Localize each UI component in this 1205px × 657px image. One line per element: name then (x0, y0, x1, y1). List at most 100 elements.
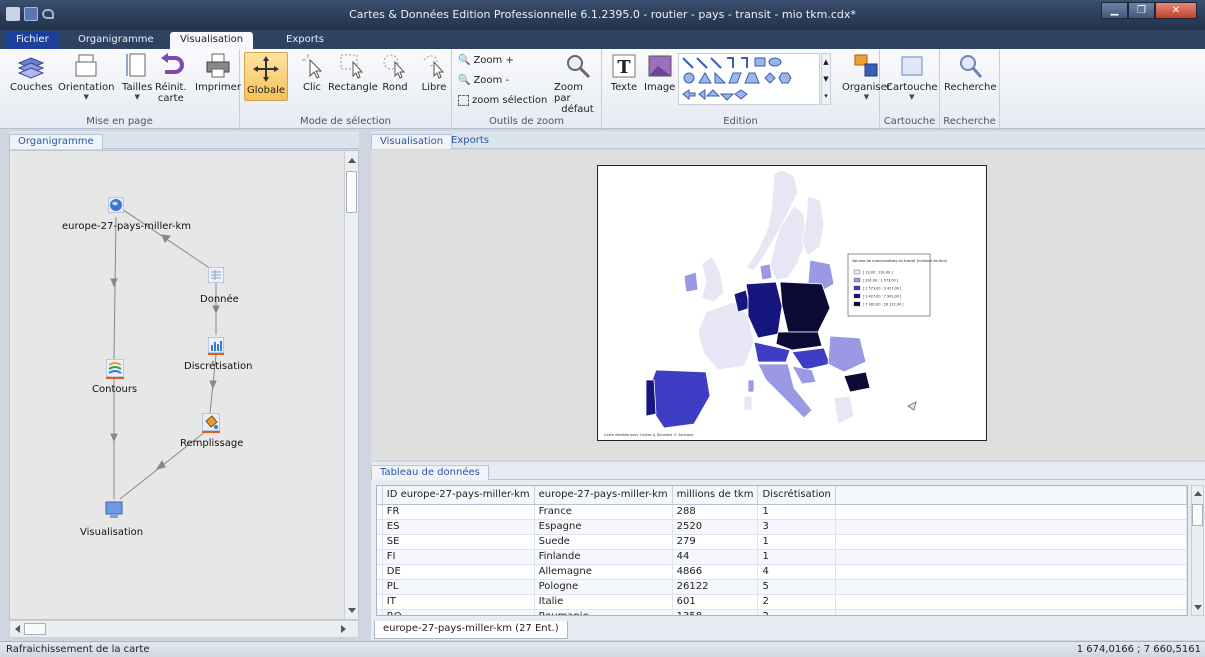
node-discretisation[interactable] (208, 337, 224, 355)
legend-label: ] 1 573,00 ; 3 427,00 ] (863, 287, 902, 291)
table-cell[interactable]: FI (382, 549, 535, 565)
tab-organigramme-pane[interactable]: Organigramme (9, 134, 103, 149)
reinit-carte-button[interactable]: Réinit. carte (155, 52, 187, 104)
globale-button[interactable]: Globale (244, 52, 289, 101)
zoom-plus-button[interactable]: 🔍 Zoom + (458, 55, 514, 66)
table-row[interactable]: FI Finlande 44 1 (377, 549, 1187, 565)
table-cell[interactable]: 4866 (672, 564, 759, 580)
table-cell[interactable]: 1 (757, 549, 836, 565)
table-cell[interactable]: 1 (757, 504, 836, 520)
shapes-gallery[interactable] (678, 53, 820, 105)
table-cell[interactable]: 279 (672, 534, 759, 550)
table-cell[interactable]: Pologne (534, 579, 673, 595)
orientation-button[interactable]: Orientation ▼ (58, 52, 114, 101)
scroll-up-icon[interactable] (348, 158, 356, 163)
table-cell[interactable]: 5 (757, 579, 836, 595)
tab-fichier[interactable]: Fichier (6, 32, 59, 49)
left-pane-vscroll[interactable] (344, 151, 358, 619)
imprimer-button[interactable]: Imprimer (195, 52, 241, 93)
table-cell[interactable]: Finlande (534, 549, 673, 565)
table-cell[interactable]: PL (382, 579, 535, 595)
table-cell[interactable]: RO (382, 609, 535, 615)
table-cell[interactable]: 288 (672, 504, 759, 520)
table-cell[interactable]: 4 (757, 564, 836, 580)
zoom-defaut-button[interactable]: Zoom par défaut (554, 52, 601, 115)
column-header[interactable]: Discrétisation (757, 486, 836, 505)
table-cell[interactable]: 2 (757, 594, 836, 610)
map-region-hungary (791, 347, 831, 371)
table-cell[interactable]: FR (382, 504, 535, 520)
column-header[interactable]: millions de tkm (672, 486, 759, 505)
table-row[interactable]: SE Suede 279 1 (377, 534, 1187, 550)
tailles-button[interactable]: Tailles ▼ (122, 52, 152, 101)
table-cell[interactable]: SE (382, 534, 535, 550)
map-frame[interactable]: Volume de marchandises du transit (milli… (597, 165, 987, 441)
table-row[interactable]: ES Espagne 2520 3 (377, 519, 1187, 535)
tab-exports-main[interactable]: Exports (451, 135, 489, 146)
maximize-button[interactable]: ❐ (1128, 2, 1155, 19)
sheet-tab[interactable]: europe-27-pays-miller-km (27 Ent.) (374, 621, 568, 639)
zoom-selection-button[interactable]: zoom sélection (458, 95, 547, 106)
data-grid[interactable]: ID europe-27-pays-miller-km europe-27-pay… (376, 485, 1188, 616)
node-contours[interactable] (106, 359, 124, 379)
table-cell[interactable]: 1 (757, 534, 836, 550)
node-visualisation[interactable] (105, 501, 123, 519)
table-cell[interactable]: DE (382, 564, 535, 580)
clic-button[interactable]: Clic (298, 52, 326, 93)
table-cell[interactable]: 1358 (672, 609, 759, 615)
table-cell[interactable]: 2 (757, 609, 836, 615)
table-row[interactable]: FR France 288 1 (377, 504, 1187, 520)
couches-button[interactable]: Couches (10, 52, 53, 93)
table-cell[interactable]: 601 (672, 594, 759, 610)
rond-button[interactable]: Rond (381, 52, 409, 93)
texte-button[interactable]: T Texte (610, 52, 638, 93)
column-header[interactable]: europe-27-pays-miller-km (534, 486, 673, 505)
table-cell[interactable]: Espagne (534, 519, 673, 535)
table-row[interactable]: IT Italie 601 2 (377, 594, 1187, 610)
table-cell[interactable]: Italie (534, 594, 673, 610)
close-button[interactable]: ✕ (1155, 2, 1197, 19)
scroll-up-icon[interactable] (1194, 491, 1202, 496)
column-header[interactable]: ID europe-27-pays-miller-km (382, 486, 535, 505)
scroll-down-icon[interactable] (1194, 605, 1202, 610)
group-edition: T Texte Image ▲ ▼ ▾ Organiser ▼ Edition (602, 49, 891, 129)
node-donnee[interactable] (208, 267, 224, 283)
scroll-thumb[interactable] (346, 171, 357, 213)
scroll-right-icon[interactable] (341, 625, 346, 633)
table-cell[interactable]: Roumanie (534, 609, 673, 615)
shapes-scroll[interactable]: ▲ ▼ ▾ (821, 53, 831, 105)
tab-tableau-donnees[interactable]: Tableau de données (371, 465, 489, 480)
zoom-moins-button[interactable]: 🔍 Zoom - (458, 75, 509, 86)
table-cell[interactable]: France (534, 504, 673, 520)
grid-scroll-thumb[interactable] (1192, 504, 1203, 526)
minimize-button[interactable]: ▁ (1101, 2, 1128, 19)
table-cell[interactable]: Suede (534, 534, 673, 550)
table-cell[interactable]: Allemagne (534, 564, 673, 580)
hscroll-thumb[interactable] (24, 623, 46, 635)
tab-visualisation[interactable]: Visualisation (170, 32, 254, 49)
table-cell[interactable]: IT (382, 594, 535, 610)
node-source[interactable] (108, 197, 124, 213)
table-cell[interactable]: 44 (672, 549, 759, 565)
table-cell[interactable]: 3 (757, 519, 836, 535)
table-row[interactable]: DE Allemagne 4866 4 (377, 564, 1187, 580)
tab-exports[interactable]: Exports (276, 32, 334, 49)
group-mise-en-page: Couches Orientation ▼ Tailles ▼ Réinit. (0, 49, 241, 129)
grid-vscroll[interactable] (1191, 485, 1204, 616)
cartouche-button[interactable]: Cartouche ▼ (886, 52, 938, 101)
image-button[interactable]: Image (644, 52, 675, 93)
libre-button[interactable]: Libre (420, 52, 448, 93)
table-cell[interactable]: 26122 (672, 579, 759, 595)
scroll-down-icon[interactable] (348, 608, 356, 613)
table-cell[interactable]: 2520 (672, 519, 759, 535)
node-remplissage[interactable] (202, 413, 220, 433)
scroll-left-icon[interactable] (15, 625, 20, 633)
table-row[interactable]: PL Pologne 26122 5 (377, 579, 1187, 595)
table-row[interactable]: RORoumanie13582 (377, 609, 1187, 615)
tab-visualisation-main[interactable]: Visualisation (371, 134, 453, 149)
tab-organigramme[interactable]: Organigramme (68, 32, 164, 49)
recherche-button[interactable]: Recherche (944, 52, 997, 93)
left-pane-hscroll[interactable] (9, 620, 359, 638)
table-cell[interactable]: ES (382, 519, 535, 535)
rectangle-button[interactable]: Rectangle (328, 52, 378, 93)
